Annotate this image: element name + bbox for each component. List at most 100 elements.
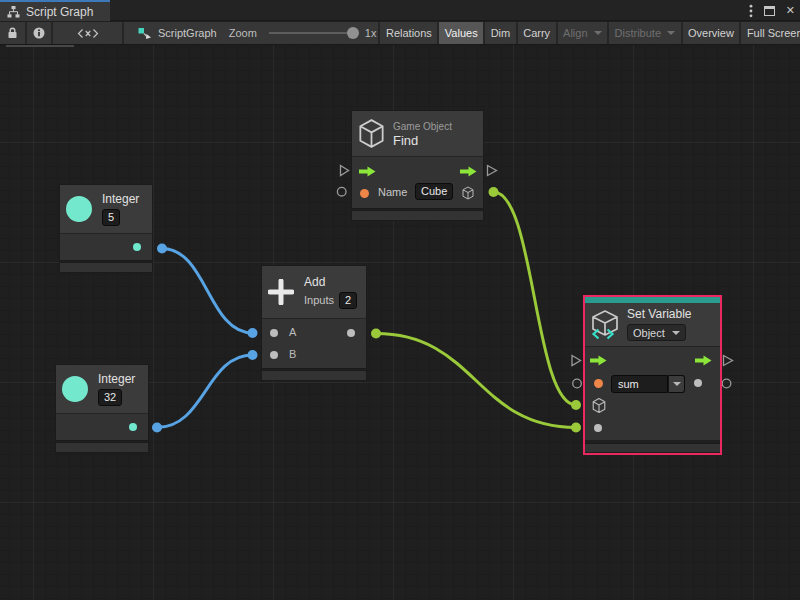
toolbar-button-values[interactable]: Values xyxy=(437,22,483,44)
value-port-circle[interactable] xyxy=(337,187,346,196)
zoom-control: Zoom 1x xyxy=(229,22,379,44)
maximize-icon[interactable] xyxy=(764,6,775,16)
toolbar-button-distribute[interactable]: Distribute xyxy=(607,22,680,44)
wire-endpoint[interactable] xyxy=(248,350,258,360)
name-input-port[interactable] xyxy=(360,189,369,198)
flow-port-triangle[interactable] xyxy=(488,166,497,176)
gameobject-target-port[interactable] xyxy=(592,398,606,413)
code-toggle-button[interactable] xyxy=(51,22,122,44)
node-integer-2[interactable]: Integer 32 xyxy=(56,365,148,452)
node-title: Set Variable xyxy=(627,308,691,321)
graph-name: ScriptGraph xyxy=(158,27,217,39)
toolbar-button-overview[interactable]: Overview xyxy=(681,22,740,44)
variable-kind-dropdown[interactable]: Object xyxy=(627,324,686,341)
chevron-down-icon xyxy=(672,331,680,335)
wire-endpoint[interactable] xyxy=(157,244,167,254)
info-button[interactable] xyxy=(25,22,51,44)
chevron-down-icon xyxy=(594,31,602,35)
integer-value-field[interactable]: 5 xyxy=(102,209,120,226)
node-gameobject-find[interactable]: Game Object Find Na xyxy=(352,111,483,220)
node-footer xyxy=(585,443,720,452)
plus-icon xyxy=(268,279,294,305)
variable-name-port[interactable] xyxy=(594,379,603,388)
toolbar-button-align[interactable]: Align xyxy=(556,22,607,44)
inputs-count-field[interactable]: 2 xyxy=(339,292,357,309)
flow-input-arrow[interactable] xyxy=(359,166,376,177)
wire-endpoint[interactable] xyxy=(489,187,499,197)
flow-input-arrow[interactable] xyxy=(590,355,607,366)
wire-endpoint[interactable] xyxy=(571,423,581,433)
lock-icon xyxy=(7,27,18,39)
close-icon[interactable]: ✕ xyxy=(786,4,795,17)
toolbar-button-carry[interactable]: Carry xyxy=(516,22,556,44)
input-port-b[interactable] xyxy=(270,351,278,359)
zoom-label: Zoom xyxy=(229,27,257,39)
toolbar-button-dim[interactable]: Dim xyxy=(483,22,516,44)
node-title: Add xyxy=(304,276,325,289)
integer-value-field[interactable]: 32 xyxy=(98,389,122,406)
integer-icon xyxy=(62,376,88,402)
tab-title: Script Graph xyxy=(26,5,93,19)
wire-endpoint[interactable] xyxy=(371,329,381,339)
wire-integer5-to-add-a[interactable] xyxy=(162,249,253,334)
info-icon xyxy=(33,27,45,39)
port-label-a: A xyxy=(289,326,296,338)
toolbar-button-fullscreen[interactable]: Full Screen xyxy=(739,22,800,44)
flow-port-triangle[interactable] xyxy=(724,356,733,366)
wire-endpoint[interactable] xyxy=(248,328,258,338)
node-footer xyxy=(352,211,483,220)
graph-asset-label[interactable]: ScriptGraph xyxy=(138,22,217,44)
node-category: Game Object xyxy=(393,121,452,132)
port-label-b: B xyxy=(289,348,296,360)
node-set-variable[interactable]: Set Variable Object xyxy=(583,295,722,455)
cube-icon xyxy=(358,119,385,148)
node-integer-1[interactable]: Integer 5 xyxy=(60,185,152,272)
integer-output-port[interactable] xyxy=(133,243,141,251)
zoom-value: 1x xyxy=(365,27,377,39)
node-add[interactable]: Add Inputs 2 A B xyxy=(262,266,366,380)
wire-find-to-setvariable-target[interactable] xyxy=(494,192,577,405)
name-value-field[interactable]: Cube xyxy=(415,183,453,200)
zoom-slider[interactable] xyxy=(269,32,357,34)
tab-script-graph[interactable]: Script Graph xyxy=(0,0,110,21)
chevron-down-icon xyxy=(667,31,675,35)
input-port-a[interactable] xyxy=(270,329,278,337)
wire-endpoint[interactable] xyxy=(152,423,162,433)
output-port-sum[interactable] xyxy=(347,329,355,337)
zoom-slider-handle[interactable] xyxy=(347,27,359,39)
set-variable-icon xyxy=(590,310,620,340)
output-value-port[interactable] xyxy=(694,379,702,387)
variable-name-dropdown[interactable]: sum xyxy=(611,375,685,393)
inputs-label: Inputs xyxy=(304,295,334,306)
value-port-circle[interactable] xyxy=(722,379,731,388)
lock-button[interactable] xyxy=(0,22,25,44)
wire-endpoint[interactable] xyxy=(571,400,581,410)
flow-output-arrow[interactable] xyxy=(695,355,712,366)
node-title: Integer xyxy=(98,373,135,386)
node-footer xyxy=(262,371,366,380)
integer-icon xyxy=(66,196,92,222)
graph-canvas[interactable]: Integer 5 Integer 32 xyxy=(0,45,800,600)
code-icon xyxy=(77,27,99,40)
flow-output-arrow[interactable] xyxy=(460,166,477,177)
integer-output-port[interactable] xyxy=(129,423,137,431)
script-graph-icon xyxy=(138,26,152,40)
gameobject-output-port[interactable] xyxy=(462,186,474,200)
node-title: Integer xyxy=(102,193,139,206)
graph-toolbar: ScriptGraph Zoom 1x Relations Values Dim… xyxy=(0,22,800,45)
toolbar-button-relations[interactable]: Relations xyxy=(378,22,437,44)
node-title: Find xyxy=(393,134,418,147)
name-label: Name xyxy=(378,186,407,198)
wire-integer32-to-add-b[interactable] xyxy=(157,355,253,428)
flow-port-triangle[interactable] xyxy=(341,166,349,176)
window-titlebar: Script Graph ✕ xyxy=(0,0,800,21)
node-footer xyxy=(60,263,152,272)
value-port-circle[interactable] xyxy=(573,379,582,388)
flow-port-triangle[interactable] xyxy=(572,356,581,366)
script-graph-window: Script Graph ✕ xyxy=(0,0,800,600)
dropdown-button[interactable] xyxy=(668,375,685,393)
node-footer xyxy=(56,443,148,452)
graph-tab-icon xyxy=(7,6,20,18)
menu-dots-icon[interactable] xyxy=(749,4,753,18)
value-input-port[interactable] xyxy=(594,424,602,432)
